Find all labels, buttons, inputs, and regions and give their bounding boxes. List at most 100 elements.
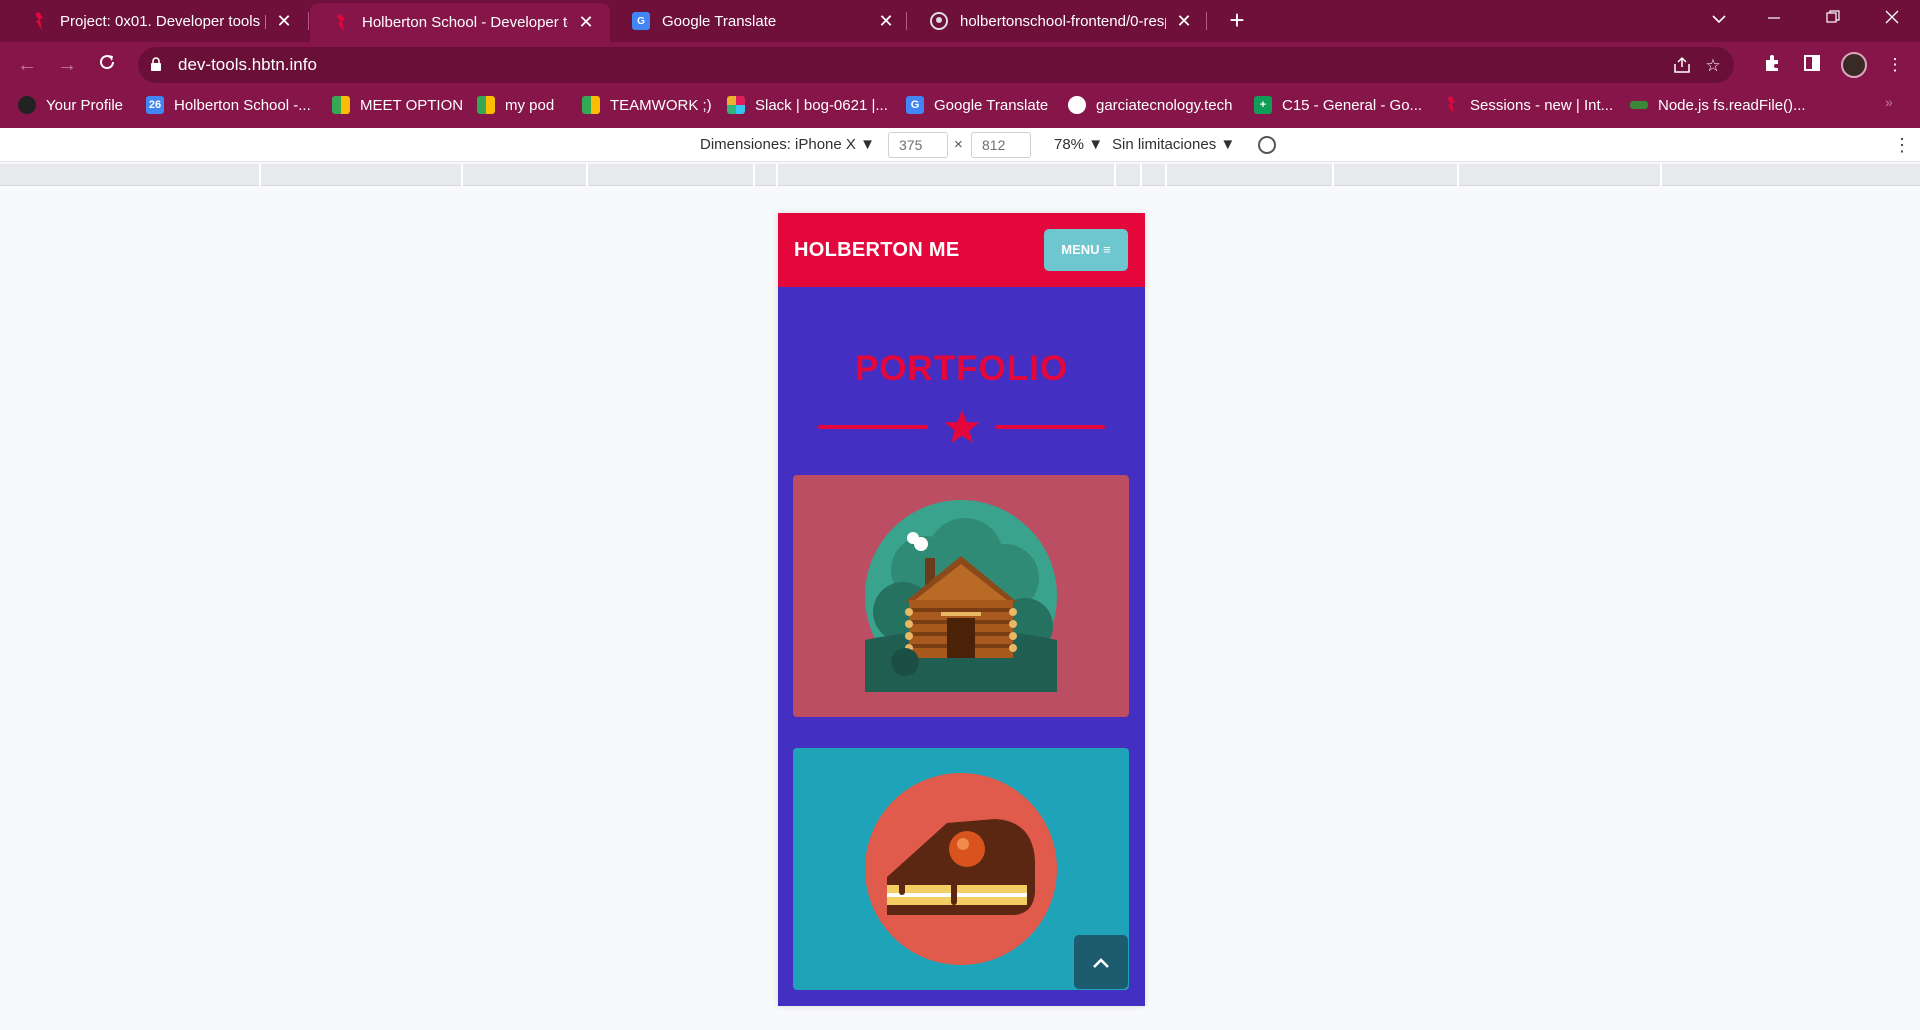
zoom-select[interactable]: 78% ▼ xyxy=(1054,128,1103,162)
bookmark-your-profile[interactable]: Your Profile xyxy=(18,88,123,122)
holberton-icon xyxy=(1442,96,1460,114)
tab-separator xyxy=(308,12,309,30)
bookmark-label: my pod xyxy=(505,96,555,114)
tab-separator xyxy=(1206,12,1207,30)
media-query-marker xyxy=(1660,164,1662,186)
media-query-marker xyxy=(1165,164,1167,186)
device-dimensions-select[interactable]: Dimensiones: iPhone X ▼ xyxy=(700,128,875,162)
translate-icon: G xyxy=(632,12,650,30)
meet-icon xyxy=(477,96,495,114)
cabin-illustration xyxy=(865,500,1057,692)
bookmark-label: garciatecnology.tech xyxy=(1096,96,1233,114)
times-sign: × xyxy=(954,136,963,153)
tab-google-translate[interactable]: G Google Translate ✕ xyxy=(610,0,910,42)
rotate-icon[interactable] xyxy=(1258,136,1276,154)
scroll-to-top-button[interactable] xyxy=(1074,935,1128,989)
bookmark-teamwork[interactable]: TEAMWORK ;) xyxy=(582,88,712,122)
bookmark-garciatecnology[interactable]: garciatecnology.tech xyxy=(1068,88,1232,122)
device-options-icon[interactable]: ⋮ xyxy=(1893,128,1911,162)
bookmark-label: Sessions - new | Int... xyxy=(1470,96,1614,114)
site-logo[interactable]: HOLBERTON ME xyxy=(794,213,959,287)
bookmark-label: Your Profile xyxy=(46,96,123,114)
bookmark-my-pod[interactable]: my pod xyxy=(477,88,554,122)
menu-button[interactable]: MENU ≡ xyxy=(1044,229,1128,271)
cake-illustration xyxy=(865,773,1057,965)
tab-search-icon[interactable] xyxy=(1693,0,1745,40)
reload-icon[interactable] xyxy=(92,50,122,80)
bookmark-holberton-school[interactable]: 26 Holberton School -... xyxy=(146,88,311,122)
tab-title: Google Translate xyxy=(662,12,777,30)
bookmark-label: C15 - General - Go... xyxy=(1282,96,1423,114)
device-viewport: HOLBERTON ME MENU ≡ PORTFOLIO xyxy=(778,213,1145,1006)
avatar[interactable] xyxy=(1841,52,1867,78)
bookmark-star-icon[interactable]: ☆ xyxy=(1703,56,1723,76)
tab-title: holbertonschool-frontend/0-resp xyxy=(960,12,1166,30)
bookmark-c15-general[interactable]: + C15 - General - Go... xyxy=(1254,88,1422,122)
tab-github[interactable]: holbertonschool-frontend/0-resp ✕ xyxy=(908,0,1208,42)
kebab-menu-icon[interactable]: ⋮ xyxy=(1884,54,1906,76)
page-title: PORTFOLIO xyxy=(854,349,1069,388)
globe-icon xyxy=(1068,96,1086,114)
bookmark-label: Node.js fs.readFile()... xyxy=(1658,96,1806,114)
chevron-up-icon xyxy=(1093,958,1109,968)
media-query-marker xyxy=(586,164,588,186)
throttle-select[interactable]: Sin limitaciones ▼ xyxy=(1112,128,1235,162)
bookmark-slack[interactable]: Slack | bog-0621 |... xyxy=(727,88,888,122)
back-icon[interactable]: ← xyxy=(12,50,42,80)
calendar-icon: 26 xyxy=(146,96,164,114)
extensions-icon[interactable] xyxy=(1761,54,1783,76)
translate-icon: G xyxy=(906,96,924,114)
forward-icon[interactable]: → xyxy=(52,50,82,80)
bookmark-google-translate[interactable]: G Google Translate xyxy=(906,88,1048,122)
minimize-icon[interactable] xyxy=(1748,0,1800,40)
bookmark-label: Slack | bog-0621 |... xyxy=(755,96,888,114)
share-icon[interactable] xyxy=(1672,56,1692,76)
holberton-icon xyxy=(332,13,350,32)
browser-toolbar: ← → dev-tools.hbtn.info ☆ ⋮ xyxy=(0,42,1920,88)
media-query-bar[interactable] xyxy=(0,164,1920,186)
restore-icon[interactable] xyxy=(1807,0,1859,40)
github-icon xyxy=(18,96,36,114)
tab-project[interactable]: Project: 0x01. Developer tools | H ✕ xyxy=(8,0,308,42)
bookmark-sessions[interactable]: Sessions - new | Int... xyxy=(1442,88,1613,122)
device-width-input[interactable]: 375 xyxy=(888,132,948,158)
sheets-icon: + xyxy=(1254,96,1272,114)
close-icon[interactable]: ✕ xyxy=(576,12,596,33)
new-tab-button[interactable]: + xyxy=(1222,5,1252,35)
media-query-marker xyxy=(1332,164,1334,186)
device-toolbar: Dimensiones: iPhone X ▼ 375 × 812 78% ▼ … xyxy=(0,128,1920,162)
tab-title: Holberton School - Developer to xyxy=(362,14,568,31)
side-panel-icon[interactable] xyxy=(1801,54,1823,76)
bookmark-nodejs[interactable]: Node.js fs.readFile()... xyxy=(1630,88,1806,122)
url-text: dev-tools.hbtn.info xyxy=(178,55,317,74)
bookmark-label: MEET OPTION xyxy=(360,96,464,114)
media-query-marker xyxy=(1140,164,1142,186)
close-icon[interactable]: ✕ xyxy=(1174,11,1194,32)
address-bar[interactable]: dev-tools.hbtn.info ☆ xyxy=(138,47,1734,83)
holberton-icon xyxy=(30,12,48,30)
star-icon xyxy=(944,410,980,443)
divider-line-left xyxy=(818,425,928,429)
divider-line-right xyxy=(995,425,1105,429)
close-window-icon[interactable] xyxy=(1866,0,1918,40)
media-query-marker xyxy=(1114,164,1116,186)
bookmarks-bar: Your Profile 26 Holberton School -... ME… xyxy=(0,88,1920,128)
bookmark-label: Holberton School -... xyxy=(174,96,311,114)
bookmarks-overflow-button[interactable]: » xyxy=(1885,94,1893,110)
lock-icon xyxy=(150,57,162,71)
device-height-input[interactable]: 812 xyxy=(971,132,1031,158)
portfolio-card-cabin[interactable] xyxy=(793,475,1129,717)
github-icon xyxy=(930,12,948,30)
site-header: HOLBERTON ME MENU ≡ xyxy=(778,213,1145,287)
close-icon[interactable]: ✕ xyxy=(274,11,294,32)
tab-holberton[interactable]: Holberton School - Developer to ✕ xyxy=(310,3,610,42)
tab-title: Project: 0x01. Developer tools | H xyxy=(60,12,266,30)
bookmark-label: Google Translate xyxy=(934,96,1049,114)
bookmark-meet-option[interactable]: MEET OPTION xyxy=(332,88,463,122)
close-icon[interactable]: ✕ xyxy=(876,11,896,32)
meet-icon xyxy=(582,96,600,114)
media-query-marker xyxy=(461,164,463,186)
bookmark-label: TEAMWORK ;) xyxy=(610,96,712,114)
media-query-marker xyxy=(259,164,261,186)
meet-icon xyxy=(332,96,350,114)
